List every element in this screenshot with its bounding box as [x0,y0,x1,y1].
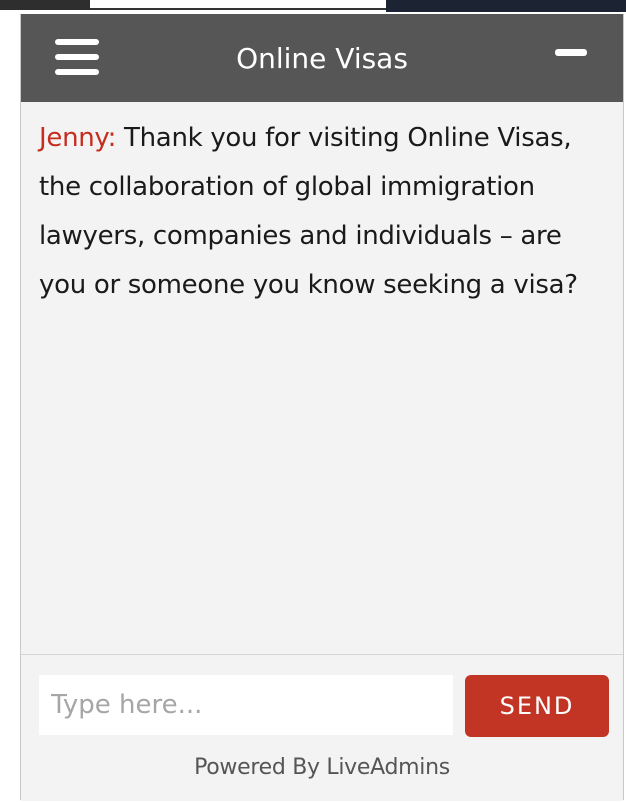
top-strip-dark-segment [0,0,90,10]
powered-by-text: Powered By LiveAdmins [194,755,450,780]
browser-top-strip [0,0,626,14]
message-text: Thank you for visiting Online Visas, the… [39,123,578,300]
message-sender: Jenny: [39,123,117,153]
chat-message: Jenny: Thank you for visiting Online Vis… [39,114,599,310]
message-input[interactable] [39,675,453,735]
minimize-icon[interactable] [555,44,587,64]
chat-title: Online Visas [236,42,408,75]
message-list: Jenny: Thank you for visiting Online Vis… [21,102,623,654]
top-strip-line [90,8,386,10]
composer: SEND Powered By LiveAdmins [21,654,623,801]
chat-widget: Online Visas Jenny: Thank you for visiti… [20,14,624,801]
send-button[interactable]: SEND [465,675,609,737]
minimize-bar [555,49,587,56]
top-strip-navy-segment [386,0,626,12]
chat-header: Online Visas [21,14,623,102]
